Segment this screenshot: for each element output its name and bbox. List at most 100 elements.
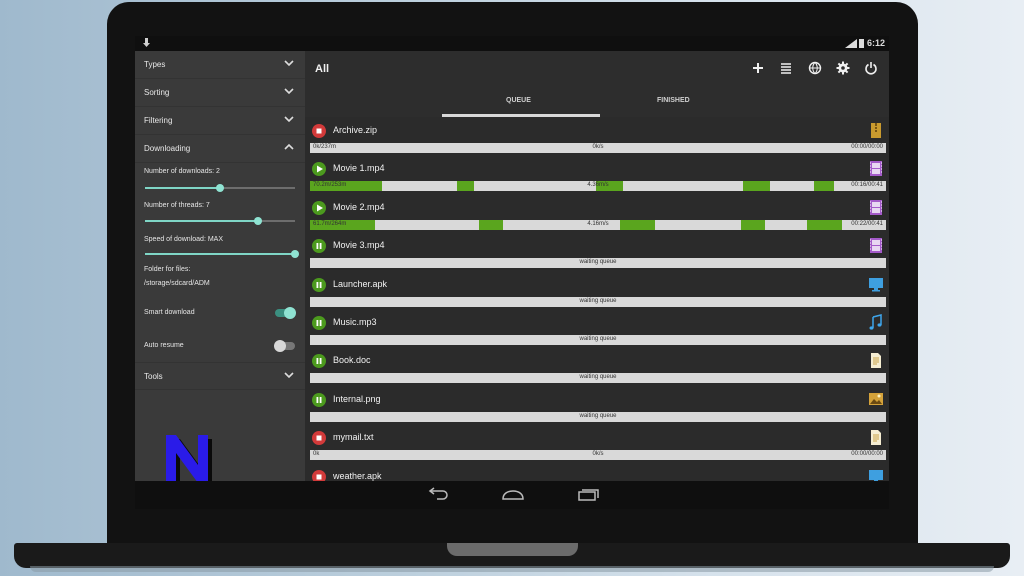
tab-bar: QUEUE FINISHED [305, 87, 889, 117]
download-row[interactable]: Archive.zip 0k/237m 0k/s 00:00/00:00 [310, 120, 886, 158]
section-types[interactable]: Types [135, 51, 305, 79]
play-button[interactable] [312, 162, 326, 177]
speed-slider[interactable] [145, 250, 299, 258]
folder-path[interactable]: /storage/sdcard/ADM [144, 280, 210, 287]
download-row[interactable]: mymail.txt 0k 0k/s 00:00/00:00 [310, 427, 886, 465]
section-label: Types [144, 60, 166, 69]
play-icon [317, 165, 323, 173]
gear-icon[interactable] [836, 61, 850, 75]
play-button[interactable] [312, 200, 326, 215]
section-downloading[interactable]: Downloading [135, 135, 305, 163]
file-name: mymail.txt [333, 432, 374, 443]
app-screen: 6:12 Types Sorting Filtering Downloading… [135, 36, 889, 509]
file-name: Movie 3.mp4 [333, 240, 385, 251]
chevron-up-icon [284, 143, 294, 150]
pause-button[interactable] [312, 392, 326, 407]
stop-icon [316, 435, 322, 441]
download-speed: waiting queue [579, 297, 617, 304]
file-name: Archive.zip [333, 125, 378, 135]
smart-download-toggle[interactable] [275, 307, 296, 319]
download-row[interactable]: Launcher.apk waiting queue [310, 274, 886, 312]
tab-queue[interactable]: QUEUE [506, 97, 531, 104]
download-row[interactable]: Internal.png waiting queue [310, 389, 886, 427]
toggle-knob [284, 307, 296, 319]
download-row[interactable]: Movie 2.mp4 61.7m/264m 4.16m/s 00:22/00:41 [310, 197, 886, 235]
folder-label: Folder for files: [144, 266, 191, 273]
pause-button[interactable] [312, 277, 326, 292]
progress-bar: waiting queue [310, 411, 886, 422]
music-icon [869, 314, 882, 330]
download-row[interactable]: Book.doc waiting queue [310, 350, 886, 388]
download-speed: 0k/s [592, 451, 604, 458]
pause-icon [316, 358, 322, 365]
download-row[interactable]: weather.apk [310, 466, 886, 481]
downloads-count-label: Number of downloads: 2 [144, 168, 220, 175]
globe-icon[interactable] [808, 61, 822, 75]
pause-icon [316, 320, 322, 326]
chevron-down-icon [284, 88, 294, 95]
download-speed: waiting queue [579, 259, 617, 266]
video-icon [870, 199, 882, 215]
download-time: 00:00/00:00 [851, 144, 883, 150]
pause-button[interactable] [312, 239, 326, 254]
download-speed: 4.16m/s [587, 220, 609, 227]
section-label: Downloading [144, 144, 191, 153]
smart-download-label: Smart download [144, 309, 195, 316]
add-icon[interactable] [751, 61, 765, 75]
section-label: Tools [144, 372, 163, 381]
section-label: Sorting [144, 88, 170, 97]
download-row[interactable]: Movie 3.mp4 waiting queue [310, 235, 886, 273]
stop-button[interactable] [312, 124, 326, 138]
slider-fill [145, 253, 295, 255]
slider-knob[interactable] [291, 250, 299, 258]
slider-knob[interactable] [253, 217, 262, 225]
navigation-bar [135, 481, 889, 509]
list-icon[interactable] [779, 61, 793, 75]
download-row[interactable]: Music.mp3 waiting queue [310, 312, 886, 350]
file-name: Movie 1.mp4 [333, 163, 385, 174]
document-icon [871, 353, 881, 369]
pause-icon [316, 243, 322, 250]
pause-icon [316, 396, 322, 403]
document-icon [871, 430, 881, 446]
auto-resume-toggle[interactable] [274, 340, 295, 352]
progress-bar: 61.7m/264m 4.16m/s 00:22/00:41 [310, 219, 886, 230]
section-sorting[interactable]: Sorting [135, 79, 305, 107]
slider-fill [145, 220, 258, 222]
stop-icon [316, 128, 322, 134]
app-icon [869, 469, 883, 481]
progress-bar: waiting queue [310, 258, 886, 269]
stop-icon [316, 474, 322, 480]
progress-bar: waiting queue [310, 296, 886, 307]
download-list: Archive.zip 0k/237m 0k/s 00:00/00:00 Movie 1… [305, 117, 889, 481]
back-icon[interactable] [425, 487, 449, 503]
threads-slider[interactable] [145, 217, 295, 225]
power-icon[interactable] [864, 61, 878, 75]
auto-resume-label: Auto resume [144, 342, 184, 349]
play-icon [317, 204, 323, 212]
section-tools[interactable]: Tools [135, 362, 305, 390]
section-filtering[interactable]: Filtering [135, 107, 305, 135]
downloads-slider[interactable] [145, 184, 295, 192]
toggle-knob [274, 340, 286, 352]
file-name: Book.doc [333, 355, 371, 366]
slider-knob[interactable] [216, 184, 224, 192]
download-notification-icon [143, 38, 150, 47]
pause-icon [316, 281, 322, 288]
download-row[interactable]: Movie 1.mp4 70.2m/253m 4.36m/s 00:16/00:41 [310, 158, 886, 196]
status-bar: 6:12 [135, 36, 889, 51]
pause-button[interactable] [312, 316, 326, 330]
home-icon[interactable] [501, 487, 525, 503]
slider-fill [145, 187, 220, 189]
stop-button[interactable] [312, 431, 326, 446]
tab-finished[interactable]: FINISHED [657, 97, 690, 104]
recents-icon[interactable] [576, 487, 600, 503]
pause-button[interactable] [312, 354, 326, 369]
battery-icon [859, 39, 864, 48]
stop-button[interactable] [312, 469, 326, 481]
video-icon [870, 238, 882, 254]
file-name: Launcher.apk [333, 278, 388, 289]
video-icon [870, 161, 882, 177]
app-toolbar: All [305, 51, 889, 87]
file-name: weather.apk [333, 470, 382, 481]
